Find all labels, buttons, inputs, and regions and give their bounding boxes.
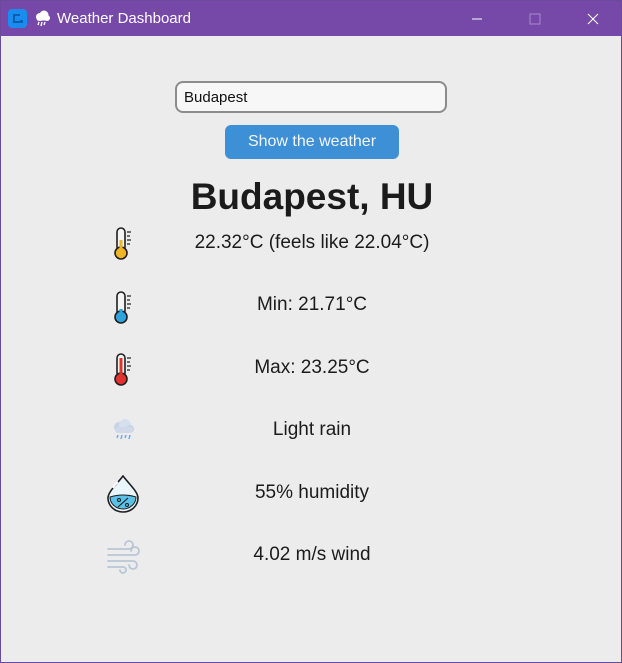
- max-temperature-text: Max: 23.25°C: [254, 357, 370, 378]
- window-title: Weather Dashboard: [57, 10, 191, 27]
- close-button[interactable]: [564, 1, 622, 36]
- show-weather-button[interactable]: Show the weather: [225, 125, 399, 159]
- minimize-button[interactable]: [448, 1, 506, 36]
- wind-text: 4.02 m/s wind: [253, 544, 371, 565]
- rain-cloud-icon: [36, 10, 50, 27]
- location-title: Budapest, HU: [190, 176, 434, 217]
- close-icon: [587, 13, 599, 24]
- app-logo-icon: [8, 9, 27, 28]
- humidity-text: 55% humidity: [254, 482, 370, 503]
- weather-dashboard-window: Weather Dashboard Show the weather Budap…: [0, 0, 622, 663]
- maximize-icon: [529, 13, 541, 24]
- min-temperature-text: Min: 21.71°C: [256, 294, 368, 315]
- temperature-text: 22.32°C (feels like 22.04°C): [194, 232, 430, 253]
- minimize-icon: [472, 18, 482, 19]
- weather-description-text: Light rain: [272, 419, 352, 440]
- maximize-button[interactable]: [506, 1, 564, 36]
- title-bar[interactable]: Weather Dashboard: [1, 1, 621, 36]
- city-search-input[interactable]: [175, 81, 447, 113]
